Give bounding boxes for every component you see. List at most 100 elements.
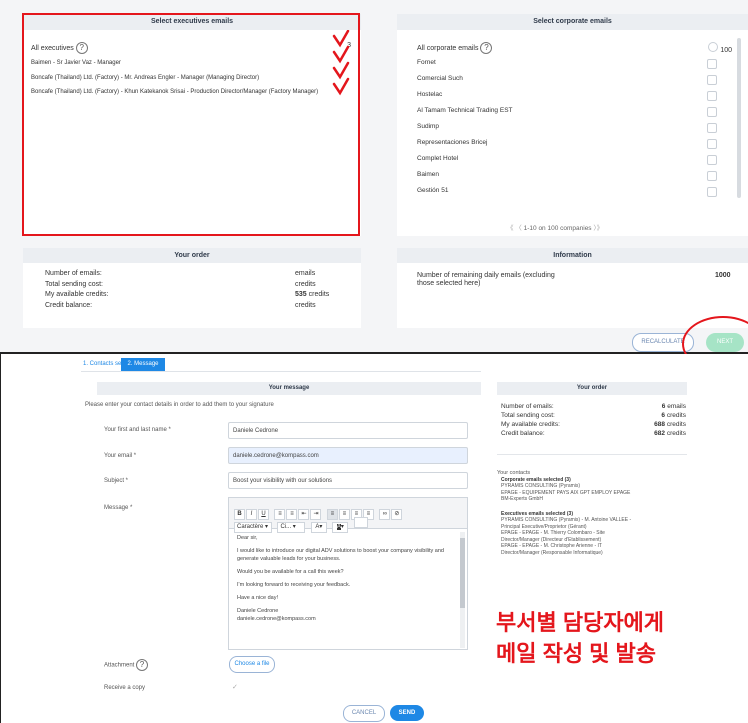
list-item[interactable]: Al Tamam Technical Trading EST — [417, 107, 717, 123]
all-corporate-count: 100 — [720, 47, 732, 54]
company-name: Comercial Such — [417, 75, 463, 82]
font-color-button[interactable]: A▾ — [310, 522, 327, 533]
all-corporate-label: All corporate emails — [417, 44, 479, 52]
editor-scrollbar[interactable] — [460, 532, 465, 648]
order-row-unit: credits — [666, 421, 686, 428]
message-label: Message * — [104, 505, 133, 511]
bottom-screenshot: 1. Contacts selection 2. Message Your me… — [0, 354, 748, 723]
order-row-unit: emails — [667, 403, 686, 410]
company-checkbox[interactable] — [707, 155, 717, 165]
order-rows: Number of emails: emails Total sending c… — [45, 269, 345, 311]
message-line: Would you be available for a call this w… — [237, 569, 344, 575]
help-icon[interactable]: ? — [480, 42, 493, 54]
attachment-row: Attachment ? — [104, 659, 149, 671]
pagination: 《 〈 1-10 on 100 companies 〉》 — [507, 222, 603, 232]
scrollbar-thumb[interactable] — [460, 538, 465, 608]
company-checkbox[interactable] — [707, 75, 717, 85]
list-item[interactable]: Baimen — [417, 171, 717, 187]
order-row-label: Credit balance: — [501, 430, 545, 437]
list-item[interactable]: Complet Hotel — [417, 155, 717, 171]
checkmark-icon — [332, 30, 350, 48]
choose-file-button[interactable]: Choose a file — [229, 656, 275, 673]
tab-divider — [81, 371, 481, 372]
list-item[interactable]: Gestión 51 — [417, 187, 717, 203]
message-panel-header: Your message — [97, 382, 481, 395]
company-name: Sudimp — [417, 123, 440, 130]
all-corporate-row[interactable]: All corporate emails ? 100 — [417, 42, 732, 54]
bottom-order-rows: Number of emails: 6 emails Total sending … — [501, 402, 686, 438]
order-panel-header: Your order — [23, 248, 361, 263]
company-checkbox[interactable] — [707, 107, 717, 117]
list-item[interactable]: Sudimp — [417, 123, 717, 139]
order-row-label: Number of emails: — [45, 270, 102, 277]
order-row-value: 6 — [661, 412, 666, 419]
contact-item: BM-Experts GmbH — [501, 496, 543, 502]
information-value: 1000 — [715, 272, 731, 279]
order-row-label: Total sending cost: — [501, 412, 555, 419]
message-line: Have a nice day! — [237, 595, 278, 601]
order-row-label: Number of emails: — [501, 403, 554, 410]
message-intro: Please enter your contact details in ord… — [85, 402, 274, 408]
all-corporate-select[interactable]: 100 — [708, 42, 732, 54]
list-item[interactable]: Comercial Such — [417, 75, 717, 91]
list-item[interactable]: Fornet — [417, 59, 717, 75]
help-icon[interactable]: ? — [136, 659, 149, 671]
information-panel: Information Number of remaining daily em… — [397, 248, 748, 328]
order-row: Number of emails: emails — [45, 269, 345, 280]
size-select[interactable]: Ci... ▾ — [277, 522, 306, 533]
contacts-section: Your contacts Corporate emails selected … — [497, 470, 687, 556]
list-item[interactable]: Hostelac — [417, 91, 717, 107]
background-color-button[interactable]: A▾ — [332, 522, 349, 533]
cancel-button[interactable]: CANCEL — [343, 705, 385, 722]
pagination-next[interactable]: 〉》 — [593, 225, 603, 232]
order-row-unit: credits — [666, 412, 686, 419]
source-icon[interactable] — [353, 517, 368, 528]
corporate-scrollbar[interactable] — [737, 38, 741, 198]
send-button[interactable]: SEND — [390, 705, 424, 721]
company-checkbox[interactable] — [707, 59, 717, 69]
email-label: Your email * — [104, 453, 137, 459]
company-checkbox[interactable] — [707, 91, 717, 101]
font-select[interactable]: Caractère ▾ — [234, 522, 272, 533]
toolbar-row-2: Caractère ▾ Ci... ▾ A▾ A▾ — [234, 515, 369, 533]
company-checkbox[interactable] — [707, 187, 717, 197]
copy-checkbox[interactable]: ✓ — [232, 683, 238, 691]
corporate-list: Fornet Comercial Such Hostelac Al Tamam … — [417, 59, 717, 203]
link-icon[interactable]: ∞ — [379, 509, 391, 520]
company-name: Al Tamam Technical Trading EST — [417, 107, 513, 114]
company-checkbox[interactable] — [707, 139, 717, 149]
order-row: Credit balance: 682 credits — [501, 429, 686, 438]
order-row-value: 6 — [661, 403, 666, 410]
font-select-value: Caractère — [237, 524, 264, 530]
order-row: Number of emails: 6 emails — [501, 402, 686, 411]
unlink-icon[interactable]: ⊘ — [391, 509, 403, 520]
company-checkbox[interactable] — [707, 123, 717, 133]
order-row: My available credits: 688 credits — [501, 420, 686, 429]
company-name: Complet Hotel — [417, 155, 459, 162]
order-row-value: 682 — [654, 430, 666, 437]
list-item[interactable]: Representaciones Bricej — [417, 139, 717, 155]
editor-body[interactable]: Dear sir, I would like to introduce our … — [237, 534, 457, 623]
order-row-value: 688 — [654, 421, 666, 428]
information-label: Number of remaining daily emails (exclud… — [417, 272, 555, 287]
company-name: Fornet — [417, 59, 436, 66]
checkmark-icon — [332, 77, 350, 96]
size-select-value: Ci... — [280, 524, 292, 530]
order-row-label: Total sending cost: — [45, 280, 103, 288]
information-panel-header: Information — [397, 248, 748, 263]
message-line: Daniele Cedrone — [237, 608, 279, 614]
email-field[interactable]: daniele.cedrone@kompass.com — [228, 447, 468, 464]
pagination-text: 1-10 on 100 companies — [523, 225, 592, 232]
order-row-label: My available credits: — [45, 291, 109, 298]
company-checkbox[interactable] — [707, 171, 717, 181]
order-row-label: My available credits: — [501, 421, 560, 428]
contact-item: PYRAMIS CONSULTING (Pyramis) - M. Antoin… — [501, 517, 632, 530]
pagination-prev[interactable]: 《 〈 — [507, 225, 522, 232]
company-name: Hostelac — [417, 91, 443, 98]
order-row: Total sending cost: 6 credits — [501, 411, 686, 420]
company-name: Gestión 51 — [417, 187, 449, 194]
subject-field[interactable]: Boost your visibility with our solutions — [228, 472, 468, 489]
name-field[interactable]: Daniele Cedrone — [228, 422, 468, 439]
radio-icon[interactable] — [708, 42, 719, 52]
tab-message[interactable]: 2. Message — [121, 358, 165, 371]
